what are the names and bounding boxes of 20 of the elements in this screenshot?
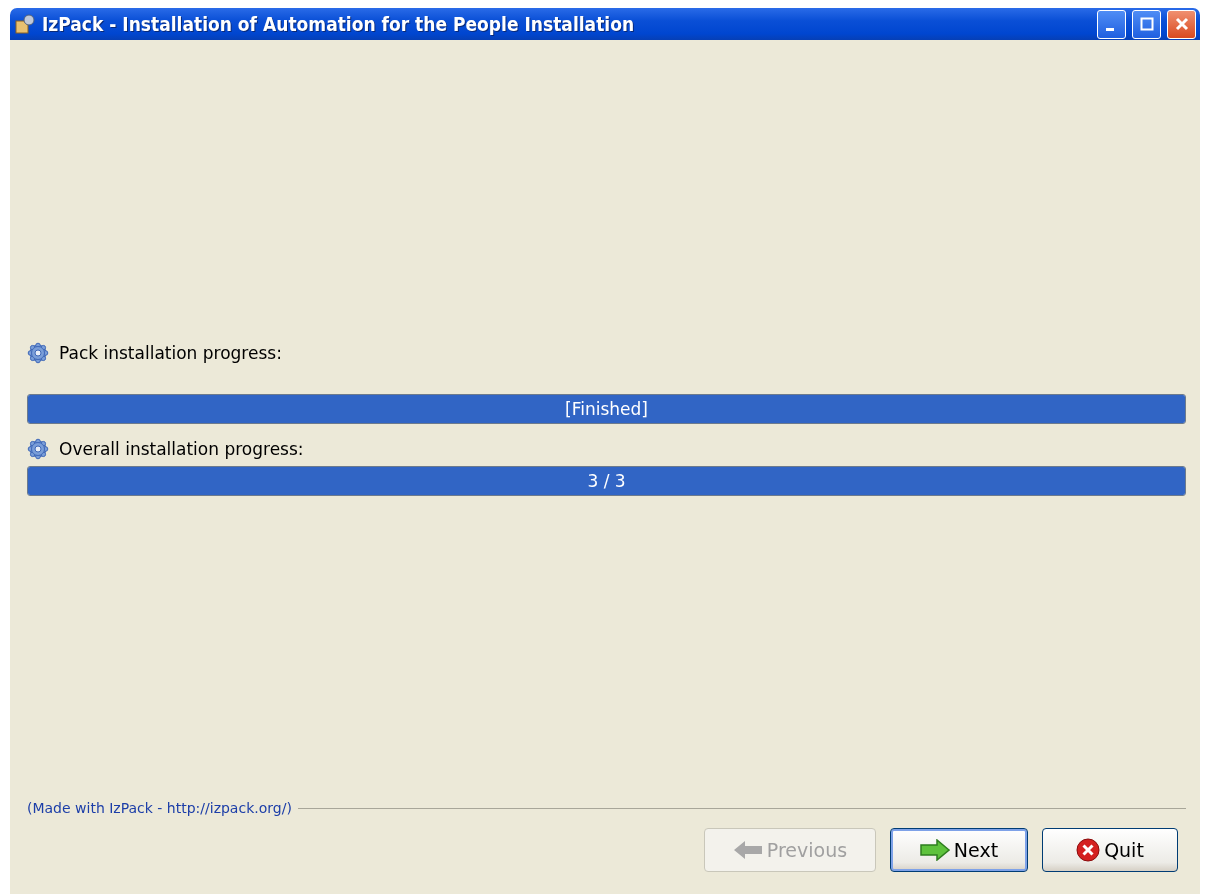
minimize-button[interactable]: [1097, 9, 1126, 39]
maximize-icon: [1139, 17, 1154, 31]
window-title: IzPack - Installation of Automation for the People Installation: [42, 13, 636, 35]
minimize-icon: [1105, 27, 1114, 31]
progress-reading: 3 / 3: [586, 470, 627, 493]
close-icon: [1076, 838, 1101, 862]
quit-button[interactable]: Quit: [1042, 828, 1178, 872]
gear-icon: [27, 342, 49, 364]
progress-label: Pack installation progress:: [59, 343, 282, 363]
close-icon: [1173, 16, 1190, 32]
left-arrow-icon: [732, 840, 763, 860]
maximize-button[interactable]: [1132, 9, 1161, 39]
next-button[interactable]: Next: [890, 828, 1028, 872]
gear-icon: [27, 438, 49, 460]
right-arrow-icon: [919, 839, 950, 861]
app-icon: [14, 13, 36, 35]
progress-reading: [Finished]: [564, 398, 649, 421]
close-button[interactable]: [1167, 9, 1196, 39]
credit-link[interactable]: (Made with IzPack - http://izpack.org/): [27, 800, 292, 816]
progress-label: Overall installation progress:: [59, 439, 304, 459]
